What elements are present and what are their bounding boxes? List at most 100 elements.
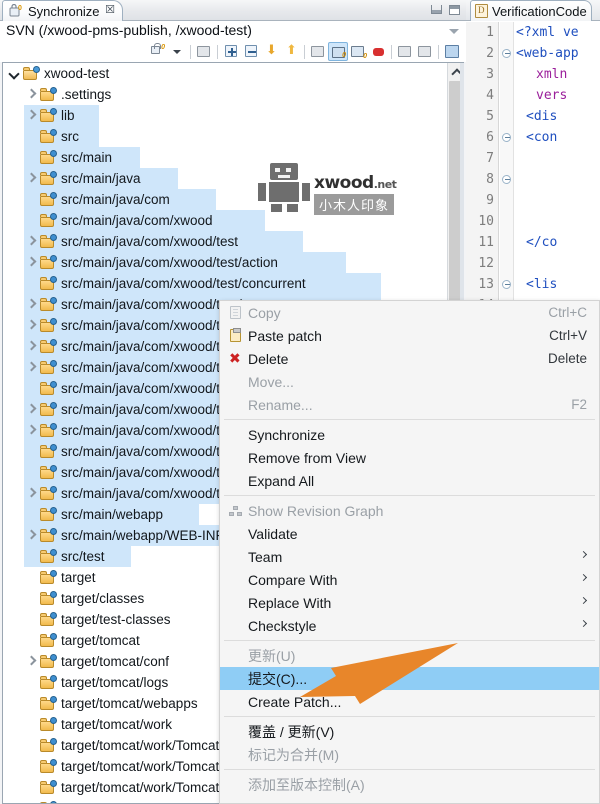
- code-line: 6 <con: [466, 127, 600, 148]
- menu-item-remove-from-view[interactable]: Remove from View: [220, 446, 599, 469]
- menu-icon-placeholder: [226, 396, 248, 413]
- menu-item-replace-with[interactable]: Replace With: [220, 591, 599, 614]
- folder-icon: [40, 696, 57, 711]
- tree-row[interactable]: src/main/java/com/xwood/test/concurrent: [3, 273, 447, 294]
- twisty-collapsed-icon[interactable]: [24, 168, 40, 189]
- previous-change-button[interactable]: [281, 42, 301, 61]
- code-line: 2 <web-app: [466, 43, 600, 64]
- menu-item-team[interactable]: Team: [220, 545, 599, 568]
- twisty-collapsed-icon[interactable]: [24, 105, 40, 126]
- tree-item-label: src/main/java/com/xwood/test: [61, 234, 239, 249]
- twisty-placeholder: [24, 147, 40, 168]
- twisty-collapsed-icon[interactable]: [24, 525, 40, 546]
- menu-item-validate[interactable]: Validate: [220, 522, 599, 545]
- tree-item-label: src/main/java/com/xwood: [61, 213, 213, 228]
- twisty-collapsed-icon[interactable]: [24, 420, 40, 441]
- menu-item-compare-with[interactable]: Compare With: [220, 568, 599, 591]
- menu-item-shortcut: F2: [571, 397, 587, 412]
- tree-item-label: src/main/java/com: [61, 192, 170, 207]
- twisty-collapsed-icon[interactable]: [24, 483, 40, 504]
- twisty-placeholder: [24, 693, 40, 714]
- twisty-collapsed-icon[interactable]: [24, 84, 40, 105]
- menu-item-label: Rename...: [248, 396, 313, 413]
- fold-toggle-icon[interactable]: [502, 49, 511, 58]
- twisty-expanded-icon[interactable]: [7, 63, 23, 84]
- folder-icon: [40, 381, 57, 396]
- schedule-button[interactable]: [415, 42, 435, 61]
- twisty-collapsed-icon[interactable]: [24, 651, 40, 672]
- tree-item-label: lib: [61, 108, 75, 123]
- mode-both-button[interactable]: 0: [348, 42, 368, 61]
- twisty-placeholder: [24, 630, 40, 651]
- editor-tab-strip: VerificationCode: [466, 0, 600, 21]
- twisty-collapsed-icon[interactable]: [24, 231, 40, 252]
- tree-row[interactable]: .settings: [3, 84, 447, 105]
- close-icon[interactable]: ☒: [105, 5, 116, 16]
- context-menu[interactable]: Copy Ctrl+C Paste patch Ctrl+V ✖ Delete Delete…: [219, 300, 600, 804]
- mode-outgoing-button[interactable]: 0: [328, 42, 348, 61]
- tree-row[interactable]: src: [3, 126, 447, 147]
- twisty-collapsed-icon[interactable]: [24, 294, 40, 315]
- menu-item-paste-patch[interactable]: Paste patch Ctrl+V: [220, 324, 599, 347]
- toolbar-dropdown-button[interactable]: [167, 42, 187, 61]
- open-in-compare-editor-button[interactable]: [194, 42, 214, 61]
- folder-icon: [40, 129, 57, 144]
- line-number: 13: [478, 277, 494, 292]
- tab-verificationcode[interactable]: VerificationCode: [470, 0, 592, 21]
- code-line: 11 </co: [466, 232, 600, 253]
- code-line: 9: [466, 190, 600, 211]
- line-number: 5: [486, 109, 494, 124]
- menu-item-delete[interactable]: ✖ Delete Delete: [220, 347, 599, 370]
- svg-text:0: 0: [18, 5, 22, 12]
- menu-item-override-update[interactable]: 覆盖 / 更新(V): [220, 720, 599, 743]
- pin-button[interactable]: [395, 42, 415, 61]
- view-menu-icon[interactable]: [449, 29, 459, 34]
- tree-row[interactable]: src/main/java/com/xwood/test/action: [3, 252, 447, 273]
- menu-item-expand-all[interactable]: Expand All: [220, 469, 599, 492]
- twisty-collapsed-icon[interactable]: [24, 252, 40, 273]
- twisty-collapsed-icon[interactable]: [24, 357, 40, 378]
- menu-item-label: Team: [248, 548, 283, 565]
- maximize-icon[interactable]: [449, 5, 460, 15]
- folder-icon: [40, 150, 57, 165]
- fold-toggle-icon[interactable]: [502, 175, 511, 184]
- fold-toggle-icon[interactable]: [502, 280, 511, 289]
- minimize-icon[interactable]: [431, 5, 442, 14]
- tree-item-label: src/main/webapp: [61, 507, 164, 522]
- tree-row[interactable]: xwood-test: [3, 63, 447, 84]
- fold-toggle-icon[interactable]: [502, 133, 511, 142]
- tab-synchronize[interactable]: 0 Synchronize ☒: [2, 0, 123, 21]
- menu-icon-placeholder: [226, 571, 248, 588]
- layout-button[interactable]: [442, 42, 462, 61]
- menu-item-commit[interactable]: 提交(C)...: [220, 667, 599, 690]
- menu-item-copy: Copy Ctrl+C: [220, 301, 599, 324]
- editor-tab-label: VerificationCode: [492, 3, 587, 19]
- twisty-collapsed-icon[interactable]: [24, 336, 40, 357]
- folder-icon: [40, 255, 57, 270]
- menu-item-shortcut: Ctrl+V: [549, 328, 587, 343]
- next-change-button[interactable]: [261, 42, 281, 61]
- twisty-placeholder: [24, 273, 40, 294]
- revision-graph-icon: [226, 502, 248, 519]
- folder-icon: [40, 318, 57, 333]
- twisty-placeholder: [24, 441, 40, 462]
- menu-item-label: 更新(U): [248, 647, 296, 664]
- tree-row[interactable]: src/main/java/com/xwood/test: [3, 231, 447, 252]
- code-text: vers: [536, 88, 568, 103]
- menu-item-create-patch[interactable]: Create Patch...: [220, 690, 599, 713]
- menu-icon-placeholder: [226, 594, 248, 611]
- twisty-placeholder: [24, 777, 40, 798]
- expand-all-button[interactable]: [221, 42, 241, 61]
- view-window-controls: [431, 5, 460, 15]
- tree-row[interactable]: lib: [3, 105, 447, 126]
- code-line: 4 vers: [466, 85, 600, 106]
- synchronize-mode-button[interactable]: 0: [147, 42, 167, 61]
- collapse-all-button[interactable]: [241, 42, 261, 61]
- mode-incoming-button[interactable]: [308, 42, 328, 61]
- menu-item-synchronize[interactable]: Synchronize: [220, 423, 599, 446]
- mode-conflicts-button[interactable]: [368, 42, 388, 61]
- twisty-collapsed-icon[interactable]: [24, 315, 40, 336]
- menu-item-checkstyle[interactable]: Checkstyle: [220, 614, 599, 637]
- twisty-collapsed-icon[interactable]: [24, 399, 40, 420]
- code-text: <con: [526, 130, 558, 145]
